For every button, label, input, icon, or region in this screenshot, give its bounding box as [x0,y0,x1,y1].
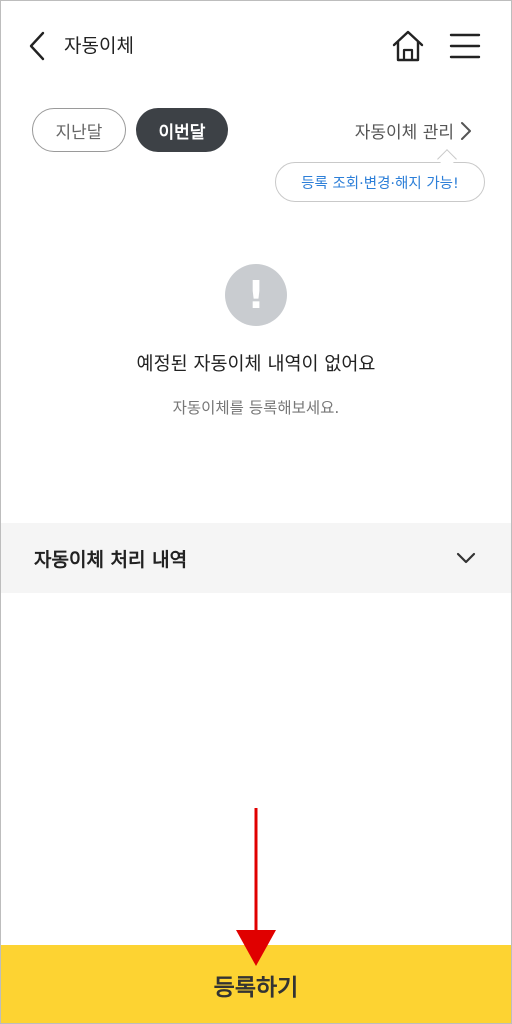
section-title: 자동이체 처리 내역 [34,549,188,571]
chevron-right-icon [461,121,471,140]
screen-frame [0,0,512,1024]
register-button-label: 등록하기 [213,974,299,1000]
chevron-down-icon [456,552,476,564]
empty-state-title: 예정된 자동이체 내역이 없어요 [136,354,376,375]
back-button[interactable] [28,30,56,62]
this-month-tab[interactable]: 이번달 [136,108,228,152]
exclamation-icon: ! [225,264,287,326]
manage-link-label: 자동이체 관리 [354,123,454,143]
menu-button[interactable] [448,30,482,62]
home-icon [392,30,424,62]
page-title: 자동이체 [64,35,134,57]
manage-tooltip: 등록 조회·변경·해지 가능! [275,162,485,202]
tooltip-text: 등록 조회·변경·해지 가능! [301,175,459,192]
history-section-toggle[interactable]: 자동이체 처리 내역 [1,523,511,593]
last-month-tab[interactable]: 지난달 [32,108,126,152]
hamburger-menu-icon [449,33,481,59]
home-button[interactable] [390,28,426,64]
register-button[interactable]: 등록하기 [1,945,511,1023]
empty-state-subtitle: 자동이체를 등록해보세요. [172,399,340,417]
app-header: 자동이체 [0,0,512,90]
autotransfer-manage-link[interactable]: 자동이체 관리 [355,118,472,143]
chevron-left-icon [29,31,45,61]
